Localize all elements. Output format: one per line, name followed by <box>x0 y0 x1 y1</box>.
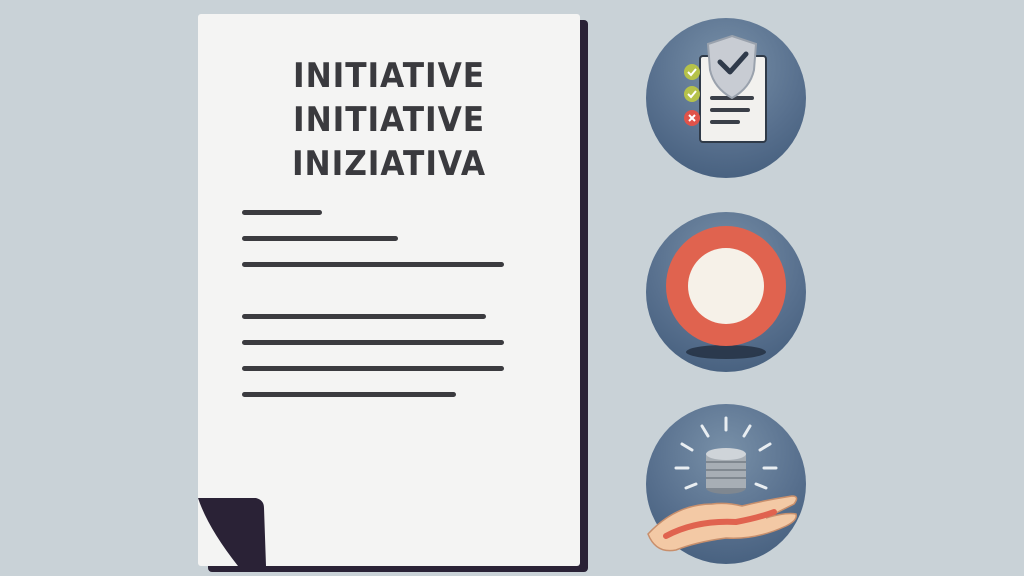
text-line <box>242 366 504 371</box>
text-line <box>242 210 322 215</box>
title-line-3: INIZIATIVA <box>291 144 487 184</box>
coins-in-hand-icon <box>646 404 806 564</box>
document: INITIATIVE INITIATIVE INIZIATIVA <box>198 14 590 576</box>
document-titles: INITIATIVE INITIATIVE INIZIATIVA <box>198 54 580 186</box>
title-line-2: INITIATIVE <box>293 100 485 140</box>
text-line <box>242 236 398 241</box>
ring-target-icon <box>646 212 806 372</box>
text-line <box>242 262 504 267</box>
page-fold-corner <box>198 498 266 566</box>
checklist-shield-icon <box>646 18 806 178</box>
text-line <box>242 340 504 345</box>
text-line <box>242 314 486 319</box>
document-page: INITIATIVE INITIATIVE INIZIATIVA <box>198 14 580 566</box>
title-line-1: INITIATIVE <box>293 56 485 96</box>
text-line <box>242 392 456 397</box>
